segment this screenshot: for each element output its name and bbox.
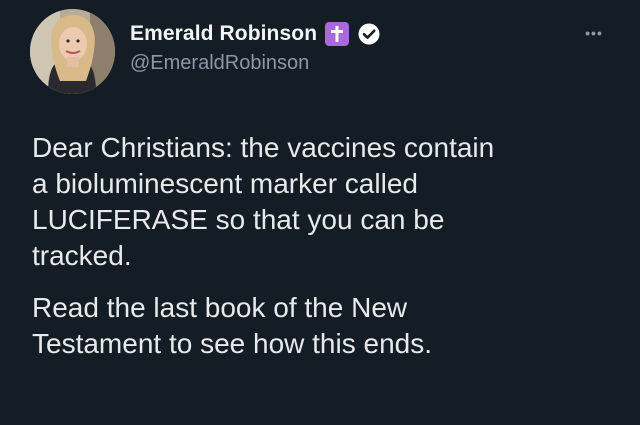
tweet-paragraph-1: Dear Christians: the vaccines contain a … — [32, 130, 612, 274]
tweet-text: Dear Christians: the vaccines contain a … — [32, 130, 612, 362]
tweet-line: Read the last book of the New — [32, 292, 408, 323]
more-options-button[interactable]: ••• — [582, 24, 606, 42]
tweet-line: LUCIFERASE so that you can be — [32, 204, 445, 235]
tweet-line: a bioluminescent marker called — [32, 168, 418, 199]
name-row: Emerald Robinson — [130, 18, 381, 50]
profile-photo-icon — [30, 9, 115, 94]
tweet-card: Emerald Robinson @EmeraldRobinson ••• De… — [0, 0, 640, 425]
user-handle[interactable]: @EmeraldRobinson — [130, 52, 381, 75]
tweet-line: Testament to see how this ends. — [32, 328, 432, 359]
tweet-paragraph-2: Read the last book of the New Testament … — [32, 290, 612, 362]
tweet-header: Emerald Robinson @EmeraldRobinson — [130, 18, 381, 75]
avatar[interactable] — [30, 9, 115, 94]
cross-icon — [325, 22, 350, 46]
display-name[interactable]: Emerald Robinson — [130, 22, 317, 46]
tweet-line: Dear Christians: the vaccines contain — [32, 132, 495, 163]
verified-check-icon — [357, 22, 381, 46]
tweet-line: tracked. — [32, 240, 132, 271]
